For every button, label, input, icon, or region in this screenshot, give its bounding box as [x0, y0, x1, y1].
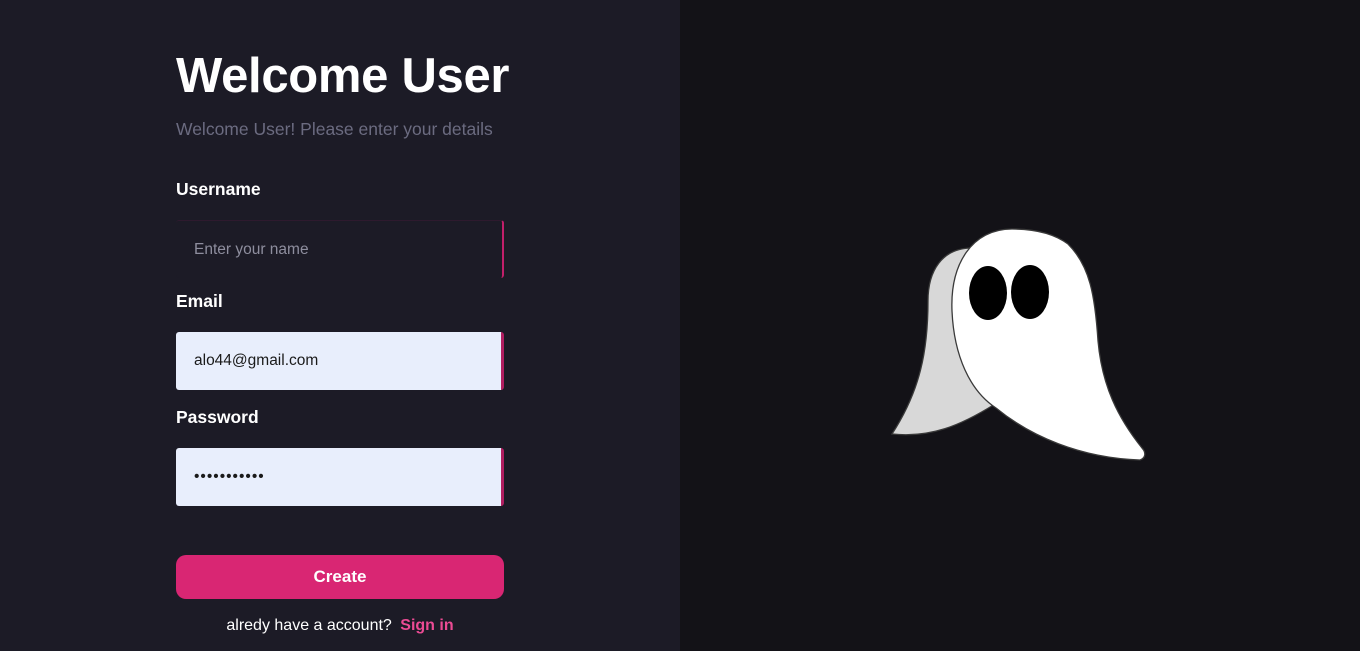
email-label: Email	[176, 291, 223, 311]
username-label: Username	[176, 179, 261, 199]
create-button[interactable]: Create	[176, 555, 504, 599]
signin-link[interactable]: Sign in	[400, 617, 453, 634]
left-eye	[969, 266, 1007, 320]
signup-page: Welcome User Welcome User! Please enter …	[0, 0, 1360, 651]
page-subtitle: Welcome User! Please enter your details	[176, 119, 493, 139]
front-ghost-body	[951, 228, 1146, 461]
right-eye	[1011, 265, 1049, 319]
password-input[interactable]	[176, 448, 504, 506]
illustration-panel	[680, 0, 1360, 651]
username-input[interactable]	[176, 220, 504, 278]
page-title: Welcome User	[176, 49, 510, 103]
signin-prompt: alredy have a account?	[226, 617, 392, 634]
email-input[interactable]	[176, 332, 504, 390]
signin-row: alredy have a account? Sign in	[176, 617, 504, 635]
ghost-icon	[890, 228, 1146, 461]
form-panel: Welcome User Welcome User! Please enter …	[0, 0, 680, 651]
password-label: Password	[176, 407, 259, 427]
